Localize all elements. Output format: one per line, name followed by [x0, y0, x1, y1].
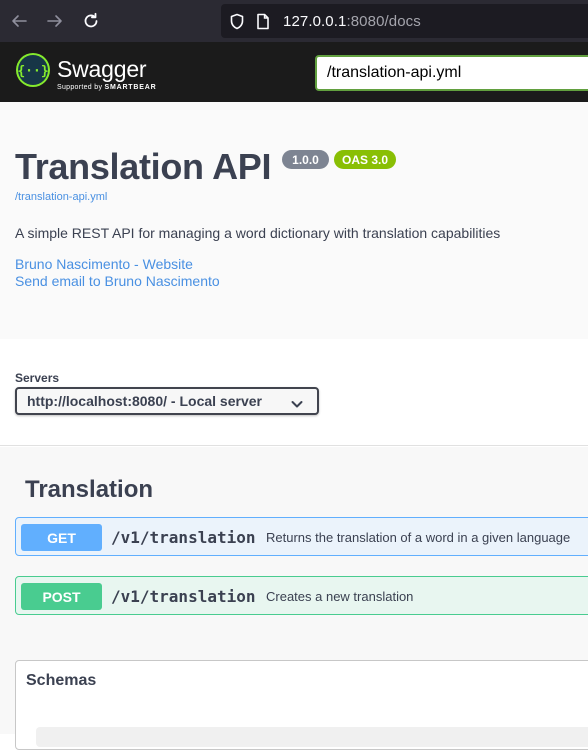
page-title: Translation API: [15, 146, 272, 187]
contact-email-link[interactable]: Send email to Bruno Nascimento: [15, 273, 220, 289]
operation-path: /v1/translation: [111, 587, 256, 606]
url-path: :8080/docs: [346, 13, 421, 30]
swagger-logo-icon[interactable]: {··}: [15, 52, 51, 88]
browser-toolbar: 127.0.0.1:8080/docs: [0, 0, 588, 42]
api-description: A simple REST API for managing a word di…: [15, 225, 501, 241]
svg-text:{··}: {··}: [17, 64, 48, 79]
tag-heading-translation[interactable]: Translation: [25, 476, 153, 504]
method-badge-post: POST: [21, 583, 102, 610]
oas-badge: OAS 3.0: [334, 150, 396, 169]
swagger-tagline: Supported by SMARTBEAR: [57, 84, 156, 91]
schemas-toggle[interactable]: Schemas: [26, 672, 96, 690]
operation-summary: Creates a new translation: [266, 589, 414, 604]
servers-section: Servers http://localhost:8080/ - Local s…: [0, 339, 588, 446]
operation-path: /v1/translation: [111, 528, 256, 547]
contact-website-link[interactable]: Bruno Nascimento - Website: [15, 256, 193, 272]
servers-label: Servers: [15, 371, 60, 385]
reload-icon[interactable]: [81, 11, 101, 31]
info-section: Translation API 1.0.0 OAS 3.0 /translati…: [0, 102, 588, 339]
swagger-brand: Swagger: [57, 56, 147, 82]
operations-area: Translation GET /v1/translation Returns …: [0, 447, 588, 750]
method-badge-get: GET: [21, 524, 102, 551]
address-bar[interactable]: 127.0.0.1:8080/docs: [221, 4, 588, 38]
operation-post-translation[interactable]: POST /v1/translation Creates a new trans…: [15, 576, 588, 615]
schemas-section: Schemas: [15, 660, 588, 750]
operation-get-translation[interactable]: GET /v1/translation Returns the translat…: [15, 517, 588, 556]
servers-selected-value: http://localhost:8080/ - Local server: [27, 393, 262, 409]
forward-arrow-icon[interactable]: [45, 11, 65, 31]
tagline-prefix: Supported by: [57, 84, 105, 91]
url-text: 127.0.0.1:8080/docs: [283, 13, 421, 30]
operation-summary: Returns the translation of a word in a g…: [266, 530, 571, 545]
spec-url-input[interactable]: [315, 55, 588, 91]
back-arrow-icon[interactable]: [9, 11, 29, 31]
url-host: 127.0.0.1: [283, 13, 347, 30]
servers-select[interactable]: http://localhost:8080/ - Local server: [15, 387, 319, 415]
swagger-topbar: {··} Swagger Supported by SMARTBEAR: [0, 42, 588, 102]
chevron-down-icon: [291, 396, 303, 414]
schema-model-row[interactable]: [36, 727, 588, 747]
version-badge: 1.0.0: [282, 150, 329, 169]
page-icon[interactable]: [256, 13, 270, 35]
spec-file-link[interactable]: /translation-api.yml: [15, 191, 107, 203]
shield-icon[interactable]: [229, 13, 245, 35]
tagline-brand: SMARTBEAR: [104, 84, 157, 91]
